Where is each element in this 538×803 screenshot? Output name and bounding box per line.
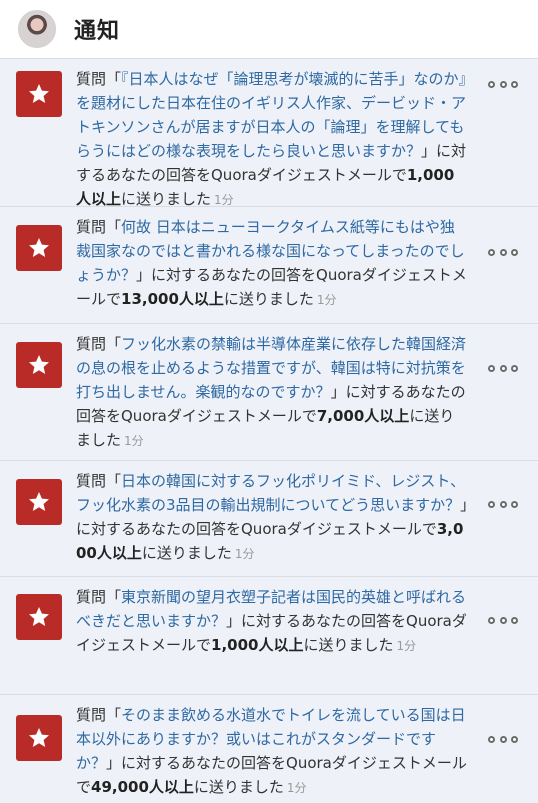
notification-item[interactable]: 質問「日本の韓国に対するフッ化ポリイミド、レジスト、フッ化水素の3品目の輸出規制… — [0, 460, 538, 576]
more-options-icon[interactable] — [488, 615, 518, 625]
avatar[interactable] — [18, 10, 56, 48]
more-options-icon[interactable] — [488, 363, 518, 373]
timestamp: 1分 — [316, 293, 337, 307]
page-title: 通知 — [74, 19, 121, 44]
notification-item[interactable]: 質問「何故 日本はニューヨークタイムス紙等にもはや独裁国家なのではと書かれる様な… — [0, 206, 538, 323]
prefix-label: 質問「 — [76, 70, 122, 88]
notification-suffix: に送りました — [141, 544, 232, 562]
star-icon — [29, 355, 49, 374]
notification-item[interactable]: 質問「東京新聞の望月衣塑子記者は国民的英雄と呼ばれるべきだと思いますか？」に対す… — [0, 576, 538, 694]
more-options-icon[interactable] — [488, 79, 518, 89]
star-badge-icon — [16, 479, 62, 525]
star-badge-icon — [16, 594, 62, 640]
star-icon — [29, 607, 49, 626]
header-bar: 通知 — [0, 0, 538, 58]
recipient-count: 1,000人以上 — [211, 636, 304, 654]
notification-text: 質問「東京新聞の望月衣塑子記者は国民的英雄と呼ばれるべきだと思いますか？」に対す… — [76, 585, 468, 658]
star-icon — [29, 492, 49, 511]
notification-item[interactable]: 質問「フッ化水素の禁輸は半導体産業に依存した韓国経済の息の根を止めるような措置で… — [0, 323, 538, 460]
notification-suffix: に送りました — [193, 778, 284, 796]
notification-suffix: に送りました — [303, 636, 394, 654]
recipient-count: 7,000人以上 — [316, 407, 410, 425]
star-badge-icon — [16, 71, 62, 117]
prefix-label: 質問「 — [76, 335, 122, 353]
star-badge-icon — [16, 715, 62, 761]
prefix-label: 質問「 — [76, 472, 122, 490]
prefix-label: 質問「 — [76, 706, 122, 724]
notification-text: 質問「そのまま飲める水道水でトイレを流している国は日本以外にありますか？或いはこ… — [76, 703, 468, 800]
notification-suffix: に送りました — [223, 290, 314, 308]
timestamp: 1分 — [396, 639, 417, 653]
notification-text: 質問「何故 日本はニューヨークタイムス紙等にもはや独裁国家なのではと書かれる様な… — [76, 215, 468, 312]
prefix-label: 質問「 — [76, 588, 122, 606]
notification-text: 質問「日本の韓国に対するフッ化ポリイミド、レジスト、フッ化水素の3品目の輸出規制… — [76, 469, 468, 566]
notification-item[interactable]: 質問「『日本人はなぜ「論理思考が壊滅的に苦手」なのか』を題材にした日本在住のイギ… — [0, 58, 538, 208]
timestamp: 1分 — [124, 434, 144, 448]
recipient-count: 13,000人以上 — [121, 290, 224, 308]
recipient-count: 49,000人以上 — [91, 778, 194, 796]
star-icon — [29, 84, 49, 103]
notification-text: 質問「フッ化水素の禁輸は半導体産業に依存した韓国経済の息の根を止めるような措置で… — [76, 332, 468, 453]
question-link[interactable]: 日本の韓国に対するフッ化ポリイミド、レジスト、フッ化水素の3品目の輸出規制につい… — [76, 472, 465, 514]
star-icon — [29, 238, 49, 257]
star-badge-icon — [16, 342, 62, 388]
notification-text: 質問「『日本人はなぜ「論理思考が壊滅的に苦手」なのか』を題材にした日本在住のイギ… — [76, 67, 468, 212]
timestamp: 1分 — [286, 781, 307, 795]
timestamp: 1分 — [234, 547, 255, 561]
timestamp: 1分 — [214, 193, 234, 207]
more-options-icon[interactable] — [488, 499, 518, 509]
question-link[interactable]: 『日本人はなぜ「論理思考が壊滅的に苦手」なのか』を題材にした日本在住のイギリス人… — [76, 70, 466, 160]
star-icon — [29, 728, 49, 747]
more-options-icon[interactable] — [488, 247, 518, 257]
notification-item[interactable]: 質問「そのまま飲める水道水でトイレを流している国は日本以外にありますか？或いはこ… — [0, 694, 538, 803]
more-options-icon[interactable] — [488, 734, 518, 744]
star-badge-icon — [16, 225, 62, 271]
prefix-label: 質問「 — [76, 218, 122, 236]
notification-list: 質問「『日本人はなぜ「論理思考が壊滅的に苦手」なのか』を題材にした日本在住のイギ… — [0, 58, 538, 803]
